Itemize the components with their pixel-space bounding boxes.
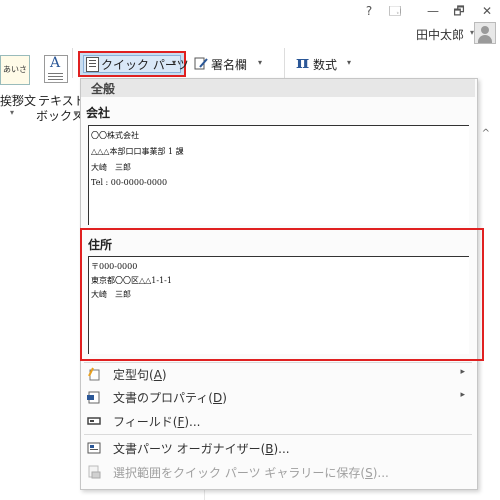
avatar[interactable]: [474, 22, 496, 44]
gallery-entry-title[interactable]: 会社: [86, 104, 110, 121]
preview-line: 〇〇株式会社: [91, 131, 139, 140]
help-icon[interactable]: ?: [358, 2, 380, 20]
submenu-arrow-icon: ▸: [460, 367, 465, 377]
pi-icon[interactable]: π: [296, 52, 309, 73]
gallery-category-header: 全般: [81, 79, 475, 97]
close-button[interactable]: ✕: [476, 2, 498, 20]
textbox-caret-icon[interactable]: ▾: [74, 110, 78, 119]
equation-label[interactable]: 数式: [313, 56, 337, 73]
user-name[interactable]: 田中太郎: [416, 26, 464, 43]
equation-caret-icon[interactable]: ▾: [347, 58, 351, 67]
address-entry-highlight: [80, 228, 484, 361]
menu-separator: [84, 434, 472, 435]
organizer-icon: [87, 442, 101, 454]
building-blocks-organizer-menu-item[interactable]: 文書パーツ オーガナイザー(B)...: [81, 437, 475, 459]
signature-line-icon[interactable]: [194, 56, 208, 71]
restore-button[interactable]: 🗗: [448, 2, 470, 20]
gallery-category-label: 全般: [91, 82, 116, 96]
minimize-button[interactable]: —: [422, 2, 444, 20]
autotext-icon: [88, 367, 100, 381]
submenu-arrow-icon: ▸: [460, 390, 465, 400]
ribbon-display-options-icon[interactable]: 🗔: [384, 2, 406, 20]
field-icon: [87, 417, 101, 425]
preview-line: Tel : 00-0000-0000: [91, 178, 168, 187]
greeting-caret-icon[interactable]: ▾: [10, 108, 14, 117]
signature-line-caret-icon[interactable]: ▾: [258, 58, 262, 67]
quick-parts-icon: [86, 57, 99, 72]
ribbon-separator: [284, 48, 285, 78]
collapse-ribbon-icon[interactable]: ^: [482, 128, 490, 139]
document-property-menu-item[interactable]: 文書のプロパティ(D) ▸: [81, 386, 475, 408]
save-selection-to-gallery-menu-item[interactable]: 選択範囲をクイック パーツ ギャラリーに保存(S)...: [81, 461, 475, 483]
signature-line-label[interactable]: 署名欄: [211, 56, 247, 73]
autotext-menu-item[interactable]: 定型句(A) ▸: [81, 363, 475, 385]
greeting-label[interactable]: 挨拶文: [0, 92, 36, 109]
quick-parts-caret-icon: ▾: [172, 58, 177, 67]
ribbon-separator: [72, 48, 73, 78]
greeting-icon[interactable]: あいさつ: [0, 55, 30, 102]
save-selection-icon: [88, 465, 101, 479]
gallery-entry-company[interactable]: 〇〇株式会社 △△△本部口口事業部 1 課 大崎 三郎 Tel : 00-000…: [88, 125, 469, 225]
textbox-icon[interactable]: A: [44, 55, 68, 83]
preview-line: 大崎 三郎: [91, 163, 131, 172]
preview-line: △△△本部口口事業部 1 課: [91, 147, 184, 156]
field-menu-item[interactable]: フィールド(F)...: [81, 410, 475, 432]
document-property-icon: [87, 391, 100, 404]
